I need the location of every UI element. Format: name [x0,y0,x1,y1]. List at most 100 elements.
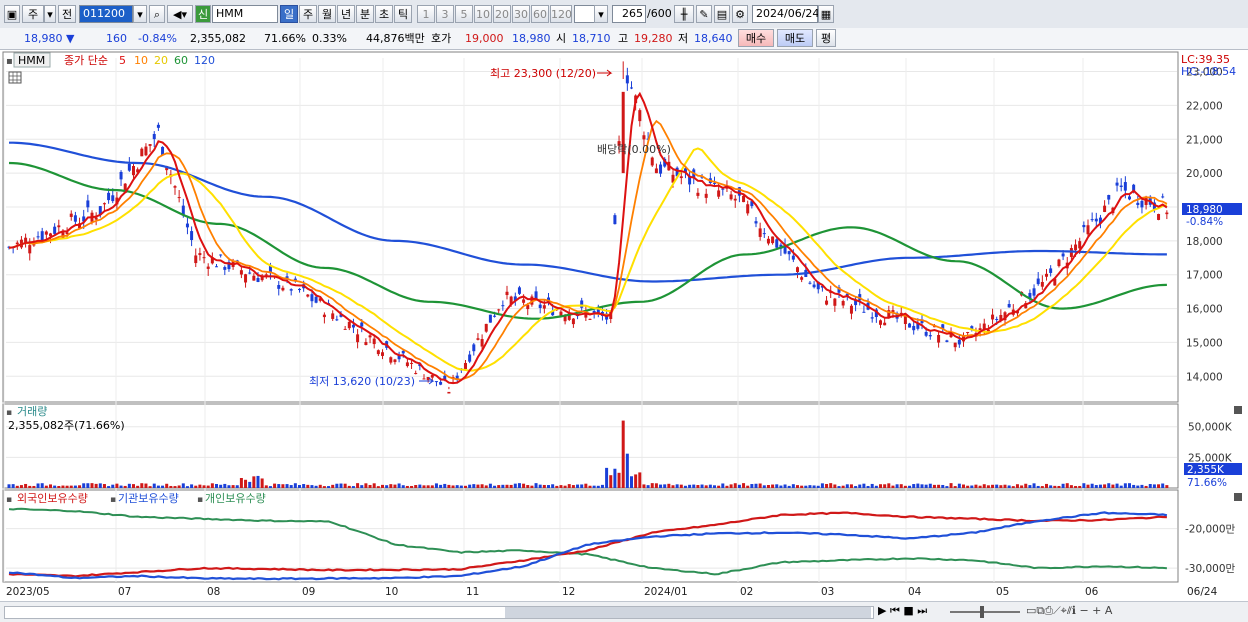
volume-bar [306,484,310,488]
volume-bar [912,484,916,488]
volume-bar [1157,484,1161,488]
volume-bar [434,483,438,488]
rewind-icon[interactable]: ⏮ [890,604,900,617]
period-year[interactable]: 년 [337,5,355,23]
candle-type-icon[interactable]: ╫ [674,5,694,23]
zoom-slider[interactable] [950,606,1020,618]
period-week[interactable]: 주 [299,5,317,23]
print-icon[interactable]: ⎙ [1044,604,1053,617]
mult-10[interactable]: 10 [474,5,492,23]
candle-body [53,226,57,234]
mult-3[interactable]: 3 [436,5,454,23]
candle-body [879,320,882,325]
volume-bar [368,484,372,488]
volume-bar [252,476,256,488]
mult-1[interactable]: 1 [417,5,435,23]
holdings-close-icon[interactable] [1234,493,1242,501]
volume-bar [82,483,86,488]
volume-bar [1003,484,1007,488]
volume-bar [526,485,530,488]
candle-body [298,288,301,291]
period-minute[interactable]: 분 [356,5,374,23]
candle-body [219,254,223,256]
calendar-icon[interactable]: ▦ [818,5,834,23]
candle-body [144,146,148,156]
volume-bar [621,420,625,488]
period-second[interactable]: 초 [375,5,393,23]
candle-body [414,373,418,375]
scroll-thumb[interactable] [505,607,871,618]
zoom-out-icon[interactable]: − [1076,604,1088,617]
volume-bar [289,485,293,488]
custom-mult-dropdown-icon[interactable]: ▾ [594,5,608,23]
market-select[interactable]: 주 [22,5,44,23]
volume-bar [314,485,318,488]
horizontal-scrollbar[interactable] [4,606,874,619]
y-axis: 14,00015,00016,00017,00018,00019,00020,0… [1185,67,1236,576]
stock-chart[interactable]: 14,00015,00016,00017,00018,00019,00020,0… [0,50,1248,621]
volume-bar [339,483,343,488]
date-input[interactable]: 2024/06/24 [752,5,819,23]
save-icon[interactable]: ▤ [714,5,730,23]
volume-bar [995,484,999,488]
candle-body [36,236,40,238]
candle-body [497,309,501,311]
line-tool-icon[interactable]: ⟋ [1053,604,1061,617]
avg-button[interactable]: 평 [816,29,836,47]
mult-120[interactable]: 120 [550,5,572,23]
search-icon[interactable]: ⌕ [149,5,165,23]
volume-bar [414,485,418,488]
legend-inst: 기관보유수량 [118,492,179,505]
candle-body [717,190,721,197]
code-dropdown-icon[interactable]: ▾ [133,5,147,23]
layout-icon[interactable]: ▭ [1026,604,1036,617]
candle-body [953,342,957,348]
sell-button[interactable]: 매도 [777,29,813,47]
buy-button[interactable]: 매수 [738,29,774,47]
volume-bar [140,483,144,488]
bottom-tools[interactable]: ▭⧉⎙⟋⌖⫽ℹ − + A [1026,604,1112,618]
mult-20[interactable]: 20 [493,5,511,23]
volume-bar [264,485,268,488]
forward-icon[interactable]: ⏭ [917,604,927,617]
speaker-icon[interactable]: ◀▾ [167,5,193,23]
period-tick[interactable]: 틱 [394,5,412,23]
draw-tool-icon[interactable]: ✎ [696,5,712,23]
candle-body [484,323,488,332]
volume-bar [833,484,837,488]
holdings-legend-marker-3: ▪ [197,495,203,505]
candle-body [1165,212,1169,215]
zoom-slider-handle[interactable] [980,606,984,618]
volume-bar [1057,485,1061,488]
type-select[interactable]: 전 [58,5,76,23]
mult-30[interactable]: 30 [512,5,530,23]
stop-icon[interactable]: ■ [903,604,913,617]
period-day[interactable]: 일 [280,5,298,23]
date-tick-label: 04 [908,586,922,598]
play-icon[interactable]: ▶ [878,604,886,617]
name-field[interactable]: HMM [212,5,278,23]
mult-5[interactable]: 5 [455,5,473,23]
code-input[interactable]: 011200 [79,5,133,23]
candle-body [480,339,484,347]
window-icon[interactable]: ▣ [4,5,20,23]
font-icon[interactable]: A [1101,604,1113,617]
candle-body [86,200,90,208]
period-month[interactable]: 월 [318,5,336,23]
settings-icon[interactable]: ⚙ [732,5,748,23]
market-dropdown-icon[interactable]: ▾ [44,5,56,23]
count-input[interactable]: 265 [612,5,646,23]
volume-bar [924,484,928,488]
volume-close-icon[interactable] [1234,406,1242,414]
playback-controls[interactable]: ▶ ⏮ ■ ⏭ [878,604,927,618]
volume-bar [903,485,907,488]
volume-bar [115,483,119,488]
price-tick-label: 14,000 [1186,371,1223,383]
table-toggle-icon[interactable] [8,71,22,84]
candle-body [215,266,218,268]
candle-body [1007,303,1011,308]
volume-bar [98,483,102,488]
mult-60[interactable]: 60 [531,5,549,23]
candle-body [1094,218,1098,222]
zoom-in-icon[interactable]: + [1089,604,1101,617]
